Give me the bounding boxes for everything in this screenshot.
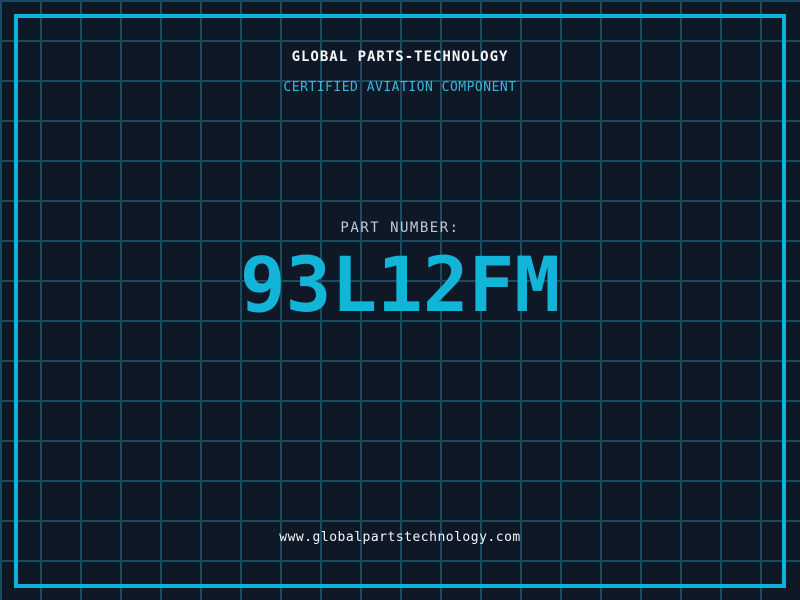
- website-url: www.globalpartstechnology.com: [279, 530, 521, 545]
- company-name: GLOBAL PARTS-TECHNOLOGY: [291, 49, 509, 65]
- part-number-value: 93L12FM: [239, 240, 561, 329]
- part-label-screen: GLOBAL PARTS-TECHNOLOGY CERTIFIED AVIATI…: [0, 0, 800, 600]
- company-tagline: CERTIFIED AVIATION COMPONENT: [283, 80, 517, 95]
- part-number-label: PART NUMBER:: [340, 220, 460, 236]
